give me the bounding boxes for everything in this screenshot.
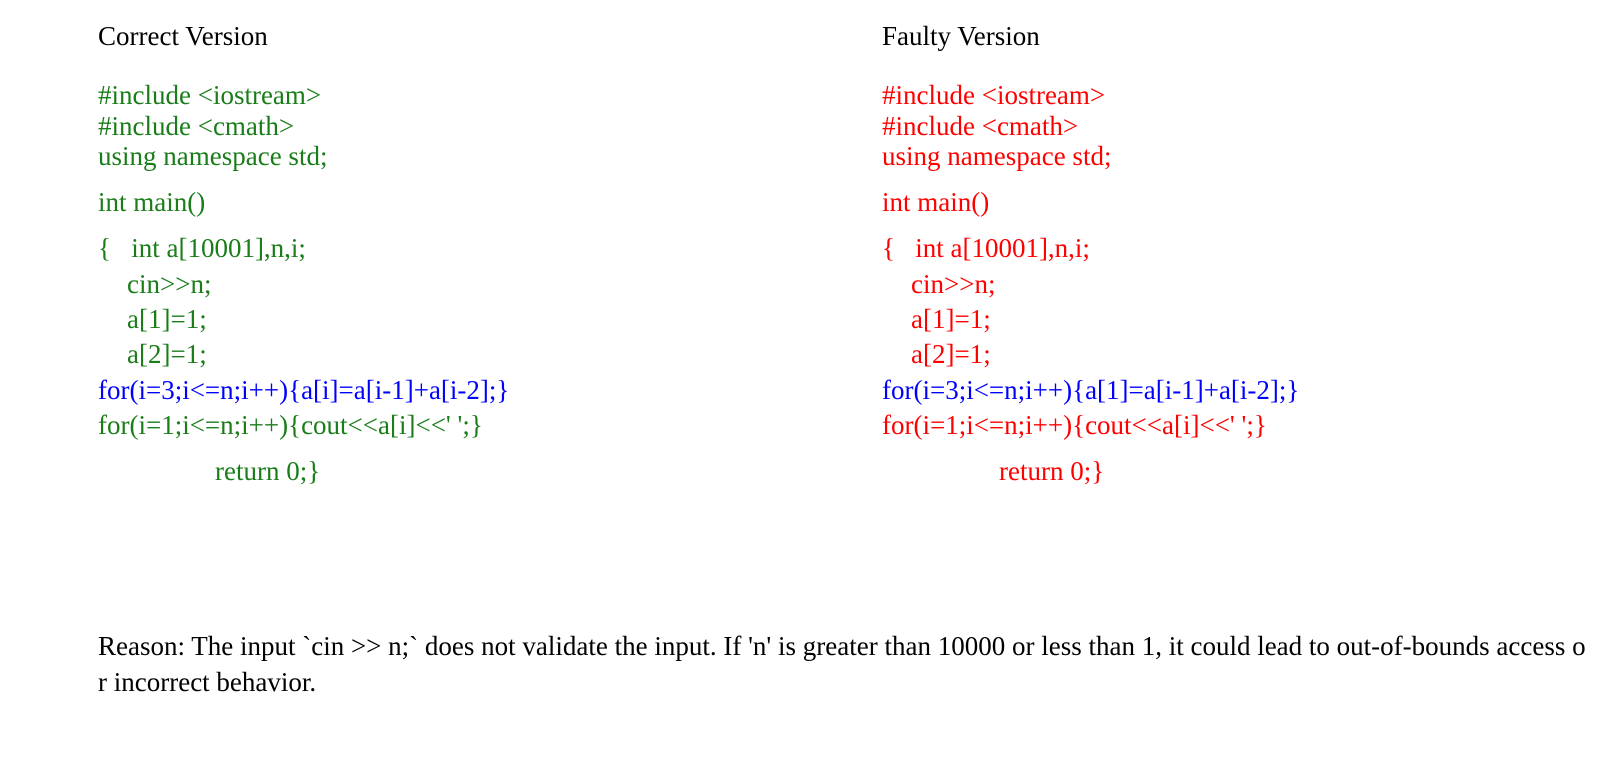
code-line: return 0;} [999,456,1105,486]
code-line: for(i=1;i<=n;i++){cout<<a[i]<<' ';} [98,410,483,440]
highlighted-code-line: for(i=3;i<=n;i++){a[1]=a[i-1]+a[i-2];} [882,375,1300,405]
code-line: #include <cmath> [98,111,295,141]
code-line: #include <cmath> [882,111,1079,141]
code-line: a[1]=1; [911,304,991,334]
code-line: a[1]=1; [127,304,207,334]
code-line: int main() [98,187,206,217]
code-line: cin>>n; [911,269,996,299]
code-line: a[2]=1; [127,339,207,369]
correct-version-title: Correct Version [98,21,268,51]
code-line: a[2]=1; [911,339,991,369]
code-line: using namespace std; [882,141,1112,171]
code-line: { int a[10001],n,i; [882,233,1090,263]
code-line: #include <iostream> [882,80,1106,110]
code-line: #include <iostream> [98,80,322,110]
faulty-version-title: Faulty Version [882,21,1040,51]
code-line: return 0;} [215,456,321,486]
highlighted-code-line: for(i=3;i<=n;i++){a[i]=a[i-1]+a[i-2];} [98,375,510,405]
reason-text: Reason: The input `cin >> n;` does not v… [98,631,1586,697]
code-line: { int a[10001],n,i; [98,233,306,263]
code-line: cin>>n; [127,269,212,299]
code-line: using namespace std; [98,141,328,171]
code-line: for(i=1;i<=n;i++){cout<<a[i]<<' ';} [882,410,1267,440]
code-line: int main() [882,187,990,217]
